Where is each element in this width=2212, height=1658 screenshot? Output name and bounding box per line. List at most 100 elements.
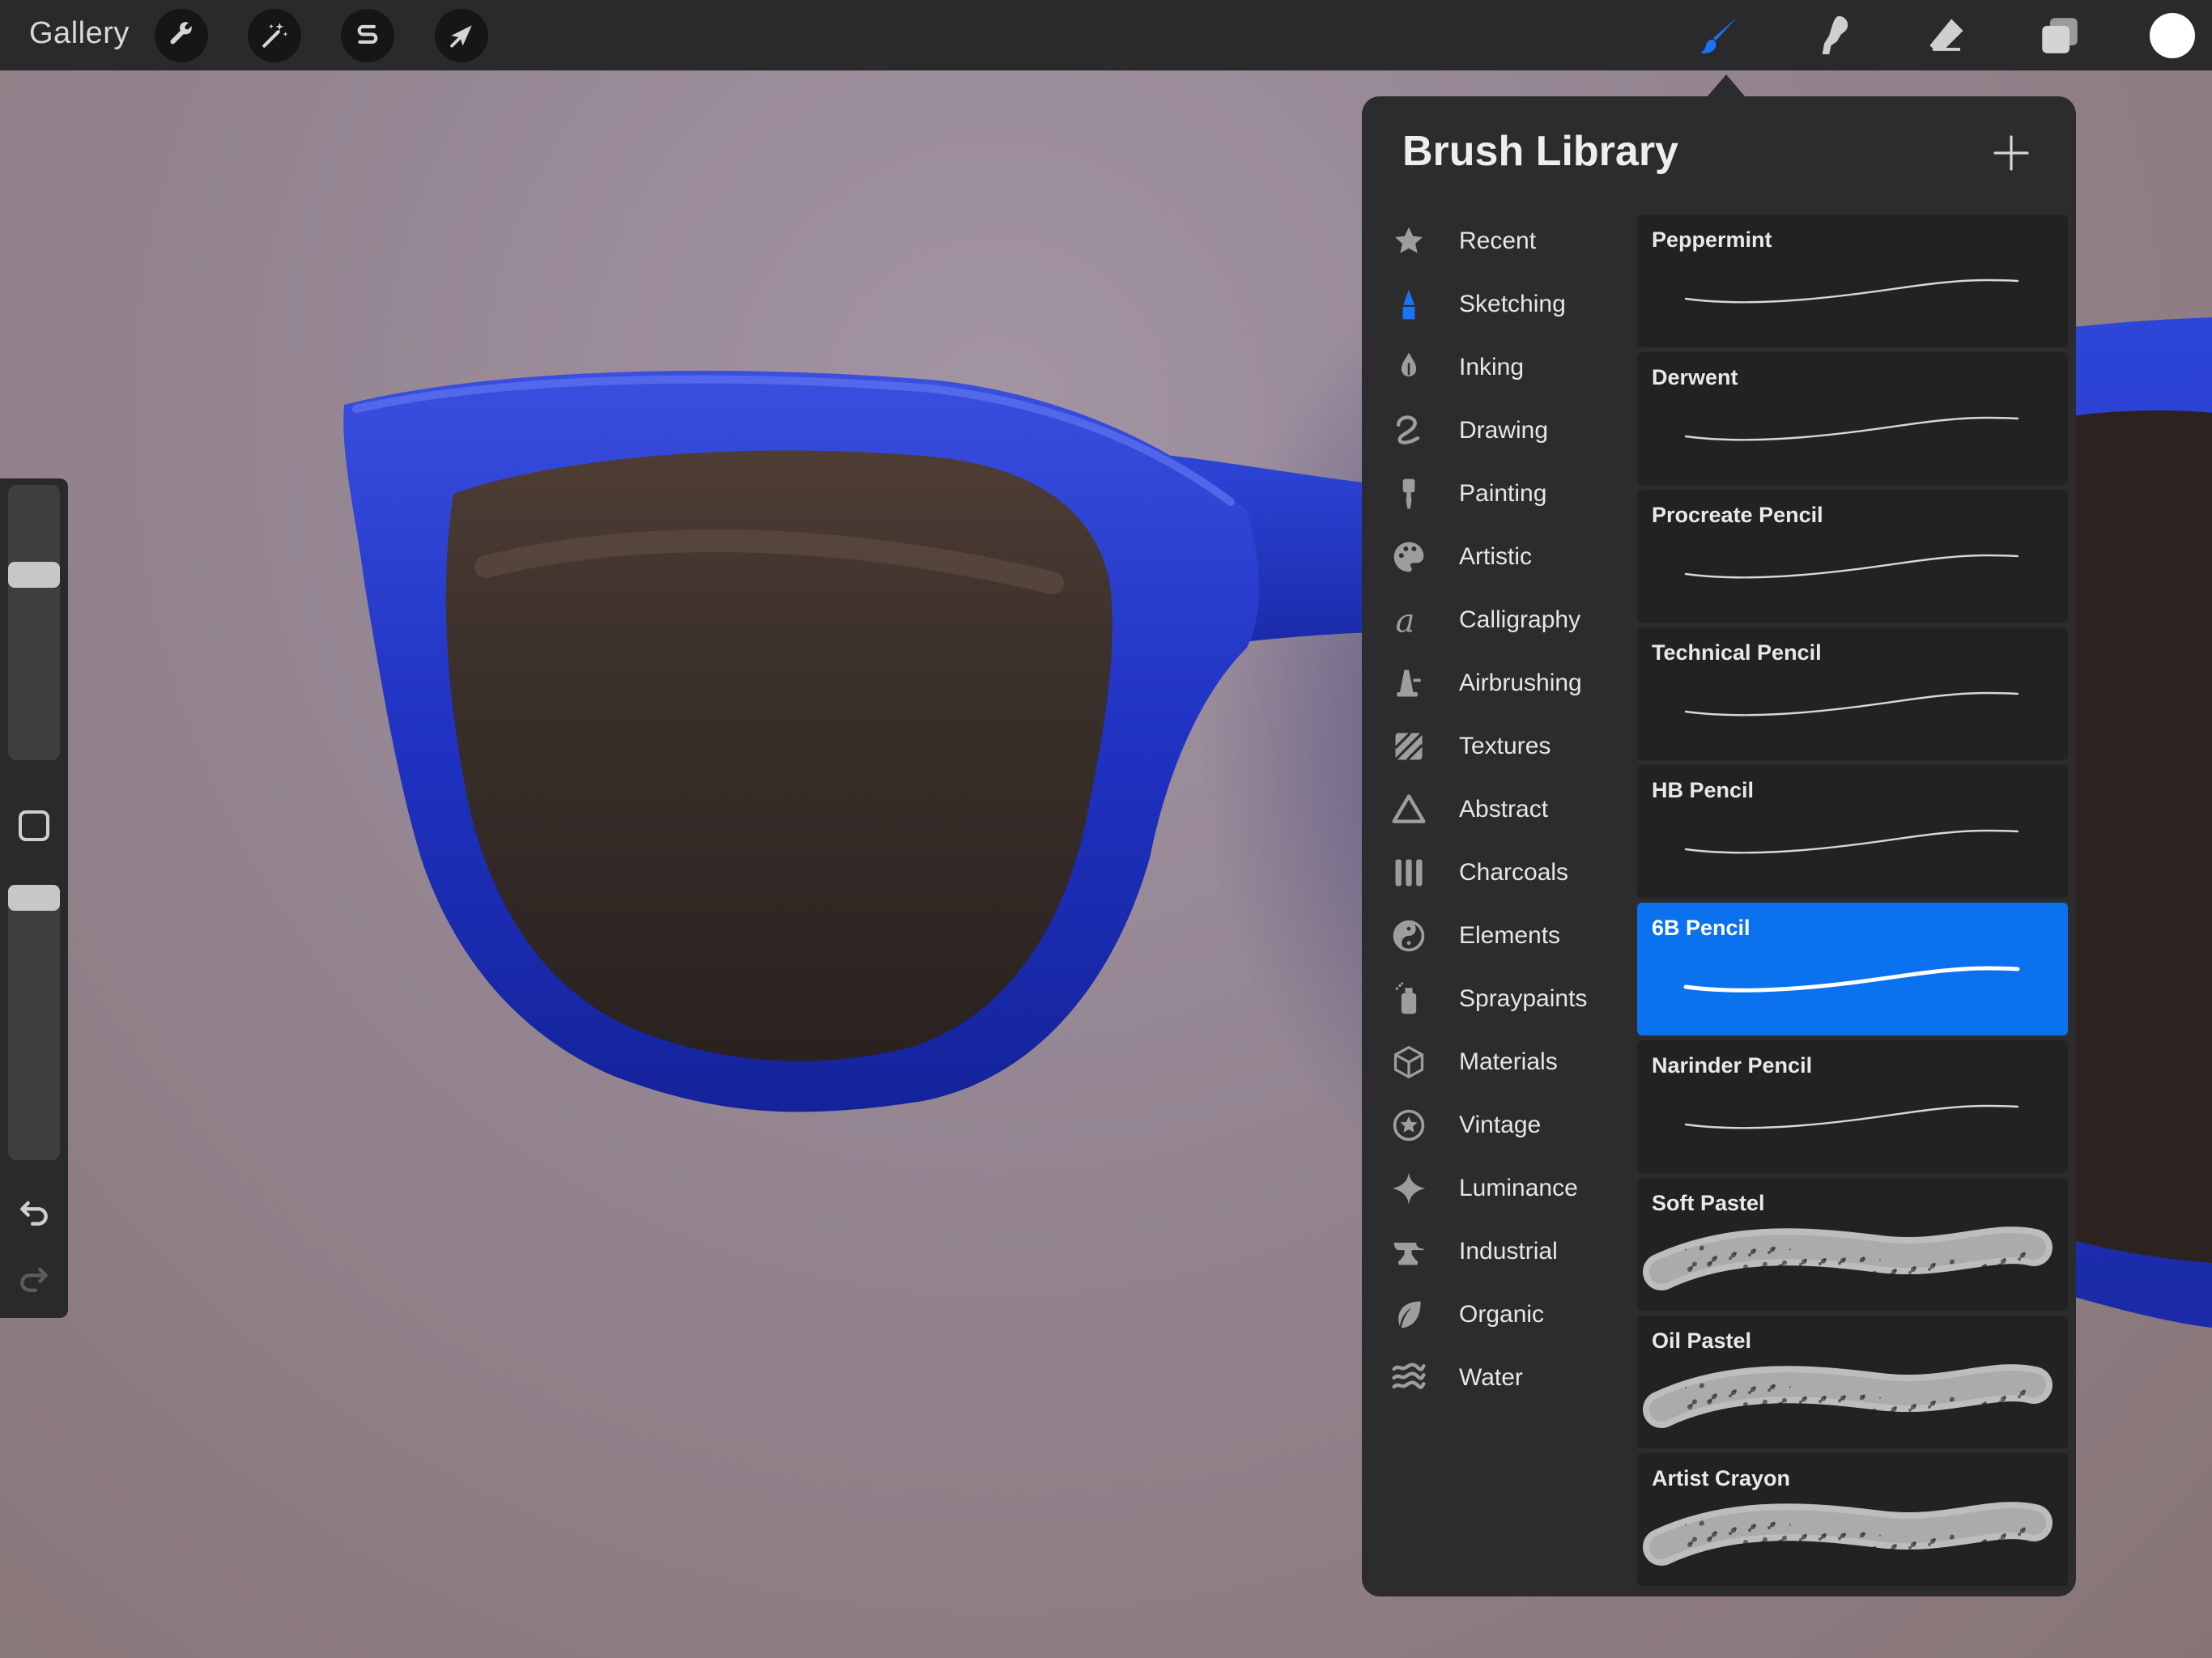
color-picker-button[interactable] (2150, 13, 2195, 58)
brush-item-narinder-pencil[interactable]: Narinder Pencil (1637, 1040, 2068, 1173)
brush-set-luminance[interactable]: Luminance (1362, 1157, 1637, 1220)
brush-stroke-preview (1637, 801, 2068, 898)
brush-set-label: Materials (1459, 1048, 1558, 1075)
brush-name: Procreate Pencil (1652, 503, 1823, 527)
transform-button[interactable] (435, 9, 488, 62)
brush-size-slider[interactable] (8, 485, 60, 760)
brush-set-vintage[interactable]: Vintage (1362, 1094, 1637, 1157)
brush-set-label: Artistic (1459, 543, 1532, 570)
brush-set-abstract[interactable]: Abstract (1362, 778, 1637, 841)
brush-set-label: Industrial (1459, 1238, 1558, 1265)
airbrush-icon (1391, 665, 1427, 701)
brush-set-label: Calligraphy (1459, 606, 1581, 633)
brush-set-painting[interactable]: Painting (1362, 462, 1637, 525)
adjustments-button[interactable] (248, 9, 301, 62)
brush-set-label: Abstract (1459, 796, 1549, 823)
eraser-tool-button[interactable] (1921, 10, 1972, 62)
brush-item-oil-pastel[interactable]: Oil Pastel (1637, 1316, 2068, 1448)
plus-icon (1993, 135, 2029, 171)
brush-name: Artist Crayon (1652, 1466, 1791, 1490)
brush-set-sketching[interactable]: Sketching (1362, 273, 1637, 336)
brush-stroke-preview (1637, 388, 2068, 485)
brush-item-derwent[interactable]: Derwent (1637, 352, 2068, 485)
brush-set-artistic[interactable]: Artistic (1362, 525, 1637, 589)
brush-set-label: Airbrushing (1459, 670, 1582, 696)
brush-set-charcoals[interactable]: Charcoals (1362, 841, 1637, 904)
sparkle-icon (1391, 1171, 1427, 1206)
brush-item-6b-pencil[interactable]: 6B Pencil (1637, 903, 2068, 1035)
redo-button[interactable] (13, 1257, 55, 1299)
squiggle-icon (1391, 413, 1427, 449)
brush-item-technical-pencil[interactable]: Technical Pencil (1637, 627, 2068, 760)
brush-icon (1699, 17, 1738, 53)
brush-stroke-preview (1637, 525, 2068, 623)
brush-set-organic[interactable]: Organic (1362, 1283, 1637, 1346)
popover-caret (1707, 74, 1746, 97)
brush-item-artist-crayon[interactable]: Artist Crayon (1637, 1453, 2068, 1586)
brush-name: Derwent (1652, 365, 1738, 389)
yin-yang-icon (1391, 918, 1427, 954)
svg-text:a: a (1396, 602, 1415, 638)
cube-icon (1391, 1044, 1427, 1080)
brush-item-soft-pastel[interactable]: Soft Pastel (1637, 1178, 2068, 1311)
smudge-tool-button[interactable] (1807, 10, 1859, 62)
brush-stroke-preview (1637, 1351, 2068, 1448)
spray-can-icon (1391, 981, 1427, 1017)
leaf-icon (1391, 1297, 1427, 1333)
brush-item-hb-pencil[interactable]: HB Pencil (1637, 765, 2068, 898)
brush-set-calligraphy[interactable]: a Calligraphy (1362, 589, 1637, 652)
top-toolbar: Gallery (0, 0, 2212, 70)
brush-set-textures[interactable]: Textures (1362, 715, 1637, 778)
texture-hatch-icon (1391, 729, 1427, 764)
brush-set-airbrushing[interactable]: Airbrushing (1362, 652, 1637, 715)
pencil-tip-icon (1391, 287, 1427, 322)
ink-drop-icon (1391, 350, 1427, 385)
waves-icon (1391, 1360, 1427, 1396)
brush-name: Narinder Pencil (1652, 1053, 1813, 1078)
brush-name: Soft Pastel (1652, 1191, 1765, 1215)
undo-button[interactable] (13, 1191, 55, 1233)
brush-item-procreate-pencil[interactable]: Procreate Pencil (1637, 490, 2068, 623)
brush-set-elements[interactable]: Elements (1362, 904, 1637, 967)
brush-set-label: Charcoals (1459, 859, 1569, 886)
brush-set-spraypaints[interactable]: Spraypaints (1362, 967, 1637, 1031)
new-brush-button[interactable] (1992, 134, 2031, 172)
brush-set-label: Organic (1459, 1301, 1545, 1328)
star-circle-icon (1391, 1107, 1427, 1143)
brush-set-label: Spraypaints (1459, 985, 1588, 1012)
brush-set-label: Luminance (1459, 1175, 1578, 1201)
brush-name: HB Pencil (1652, 778, 1755, 802)
brush-set-recent[interactable]: Recent (1362, 210, 1637, 273)
brush-opacity-thumb[interactable] (8, 885, 60, 911)
redo-icon (20, 1267, 48, 1292)
gallery-button[interactable]: Gallery (29, 16, 130, 51)
charcoal-sticks-icon (1391, 855, 1427, 891)
brush-item-peppermint[interactable]: Peppermint (1637, 215, 2068, 347)
undo-icon (20, 1201, 48, 1226)
left-sidebar (0, 478, 68, 1318)
wrench-icon (170, 22, 192, 45)
brush-set-label: Elements (1459, 922, 1561, 949)
brush-stroke-preview (1637, 938, 2068, 1035)
brush-set-materials[interactable]: Materials (1362, 1031, 1637, 1094)
brush-set-industrial[interactable]: Industrial (1362, 1220, 1637, 1283)
brush-set-label: Painting (1459, 480, 1547, 507)
brush-opacity-slider[interactable] (8, 885, 60, 1160)
brush-set-drawing[interactable]: Drawing (1362, 399, 1637, 462)
brush-stroke-preview (1637, 1076, 2068, 1173)
brush-stroke-preview (1637, 250, 2068, 347)
brush-name: Peppermint (1652, 227, 1772, 252)
actions-button[interactable] (155, 9, 208, 62)
layers-button[interactable] (2034, 10, 2086, 62)
selection-button[interactable] (341, 9, 394, 62)
layers-icon (2042, 18, 2078, 53)
brush-set-label: Recent (1459, 227, 1537, 254)
anvil-icon (1391, 1234, 1427, 1269)
brush-tool-button[interactable] (1694, 10, 1746, 62)
brush-set-water[interactable]: Water (1362, 1346, 1637, 1409)
brush-set-inking[interactable]: Inking (1362, 336, 1637, 399)
modify-button[interactable] (19, 810, 49, 841)
brush-set-label: Sketching (1459, 291, 1566, 317)
brush-size-thumb[interactable] (8, 561, 60, 588)
brush-stroke-preview (1637, 1489, 2068, 1586)
